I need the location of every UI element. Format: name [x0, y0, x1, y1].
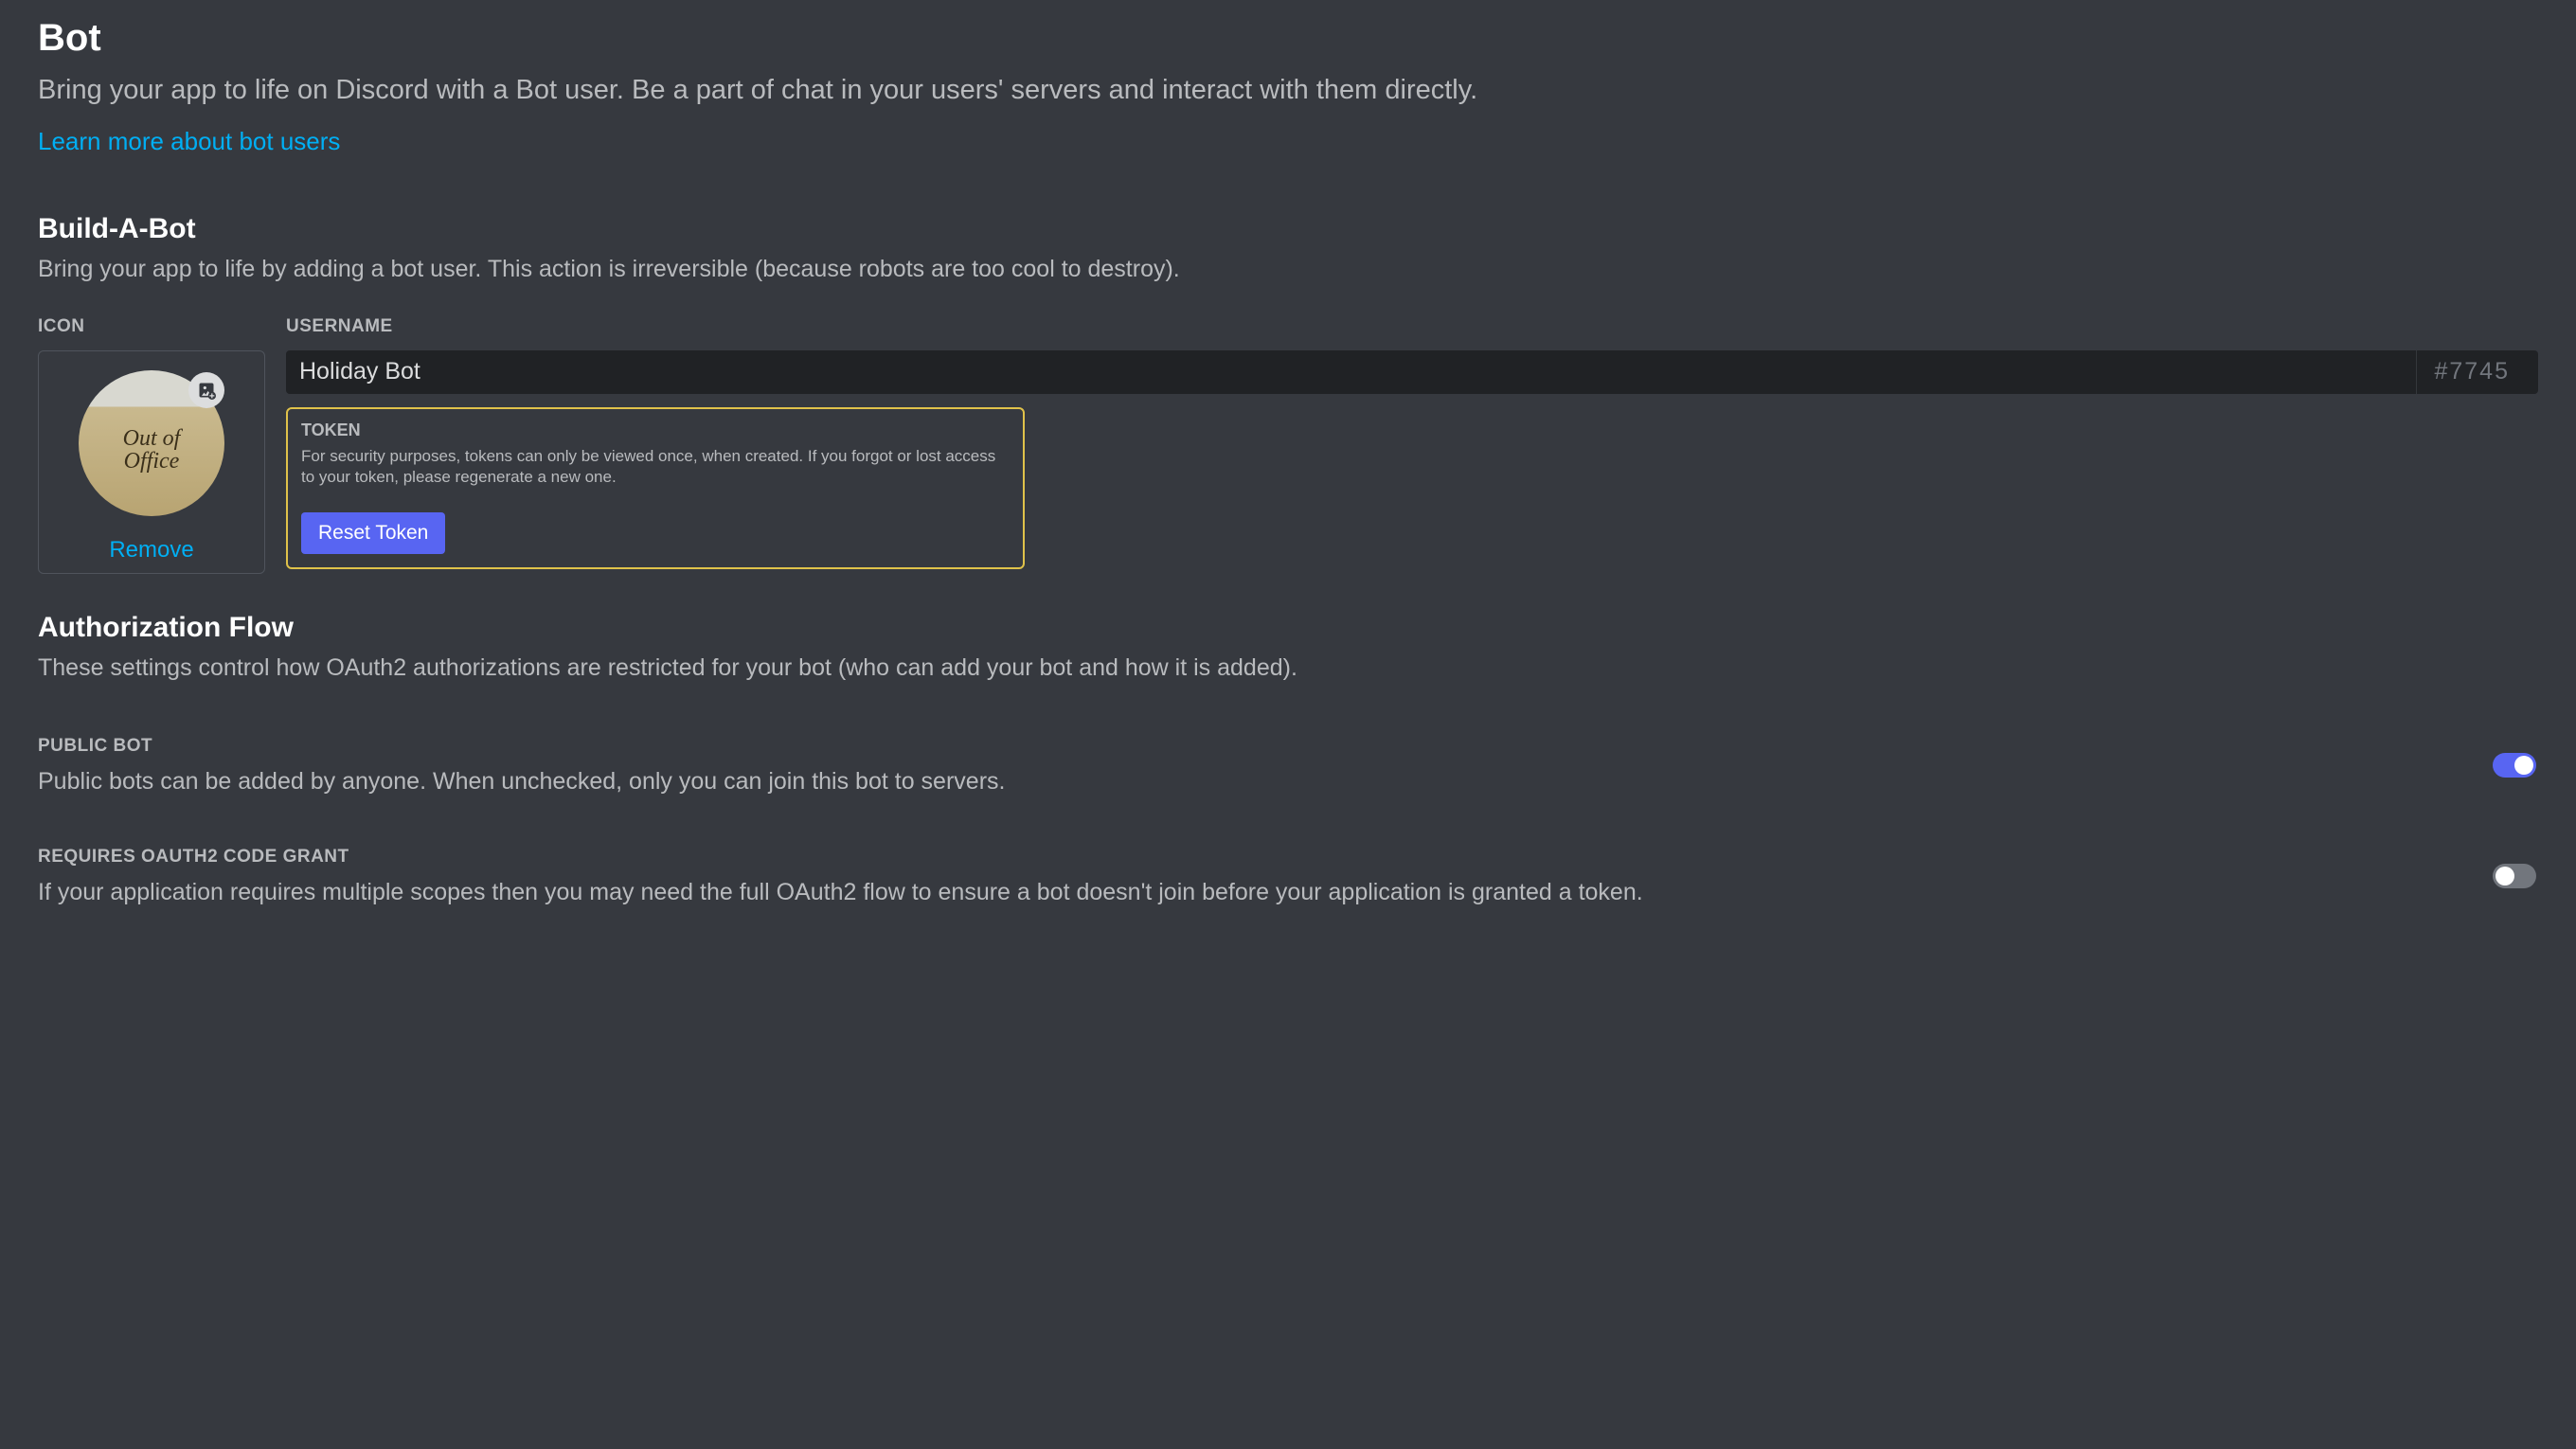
public-bot-label: PUBLIC BOT	[38, 736, 2493, 757]
icon-upload-box[interactable]: Out of Office Remove	[38, 350, 265, 574]
upload-image-icon[interactable]	[188, 372, 224, 408]
build-a-bot-section: Build-A-Bot Bring your app to life by ad…	[38, 213, 2538, 574]
learn-more-link[interactable]: Learn more about bot users	[38, 127, 340, 156]
public-bot-row: PUBLIC BOT Public bots can be added by a…	[38, 736, 2538, 796]
public-bot-description: Public bots can be added by anyone. When…	[38, 768, 2493, 796]
username-discriminator: #7745	[2416, 350, 2538, 394]
toggle-knob	[2514, 756, 2533, 775]
username-row: #7745	[286, 350, 2538, 394]
icon-column: ICON Out of Office Remove	[38, 316, 265, 574]
authorization-flow-section: Authorization Flow These settings contro…	[38, 612, 2538, 906]
username-label: USERNAME	[286, 316, 2538, 337]
username-input[interactable]	[286, 350, 2416, 394]
reset-token-button[interactable]: Reset Token	[301, 512, 445, 554]
build-description: Bring your app to life by adding a bot u…	[38, 253, 2538, 286]
public-bot-toggle[interactable]	[2493, 753, 2536, 778]
auth-description: These settings control how OAuth2 author…	[38, 652, 2538, 685]
code-grant-row: REQUIRES OAUTH2 CODE GRANT If your appli…	[38, 847, 2538, 906]
token-box: TOKEN For security purposes, tokens can …	[286, 407, 1025, 569]
token-description: For security purposes, tokens can only b…	[301, 446, 1010, 488]
remove-icon-link[interactable]: Remove	[109, 537, 193, 564]
token-label: TOKEN	[301, 420, 1010, 440]
code-grant-toggle[interactable]	[2493, 864, 2536, 888]
auth-title: Authorization Flow	[38, 612, 2538, 652]
avatar-text: Out of Office	[116, 427, 188, 473]
build-title: Build-A-Bot	[38, 213, 2538, 253]
code-grant-description: If your application requires multiple sc…	[38, 879, 2493, 906]
page-description: Bring your app to life on Discord with a…	[38, 71, 2538, 127]
code-grant-label: REQUIRES OAUTH2 CODE GRANT	[38, 847, 2493, 868]
toggle-knob	[2496, 867, 2514, 886]
icon-label: ICON	[38, 316, 265, 337]
page-title: Bot	[38, 0, 2538, 71]
username-column: USERNAME #7745 TOKEN For security purpos…	[286, 316, 2538, 574]
